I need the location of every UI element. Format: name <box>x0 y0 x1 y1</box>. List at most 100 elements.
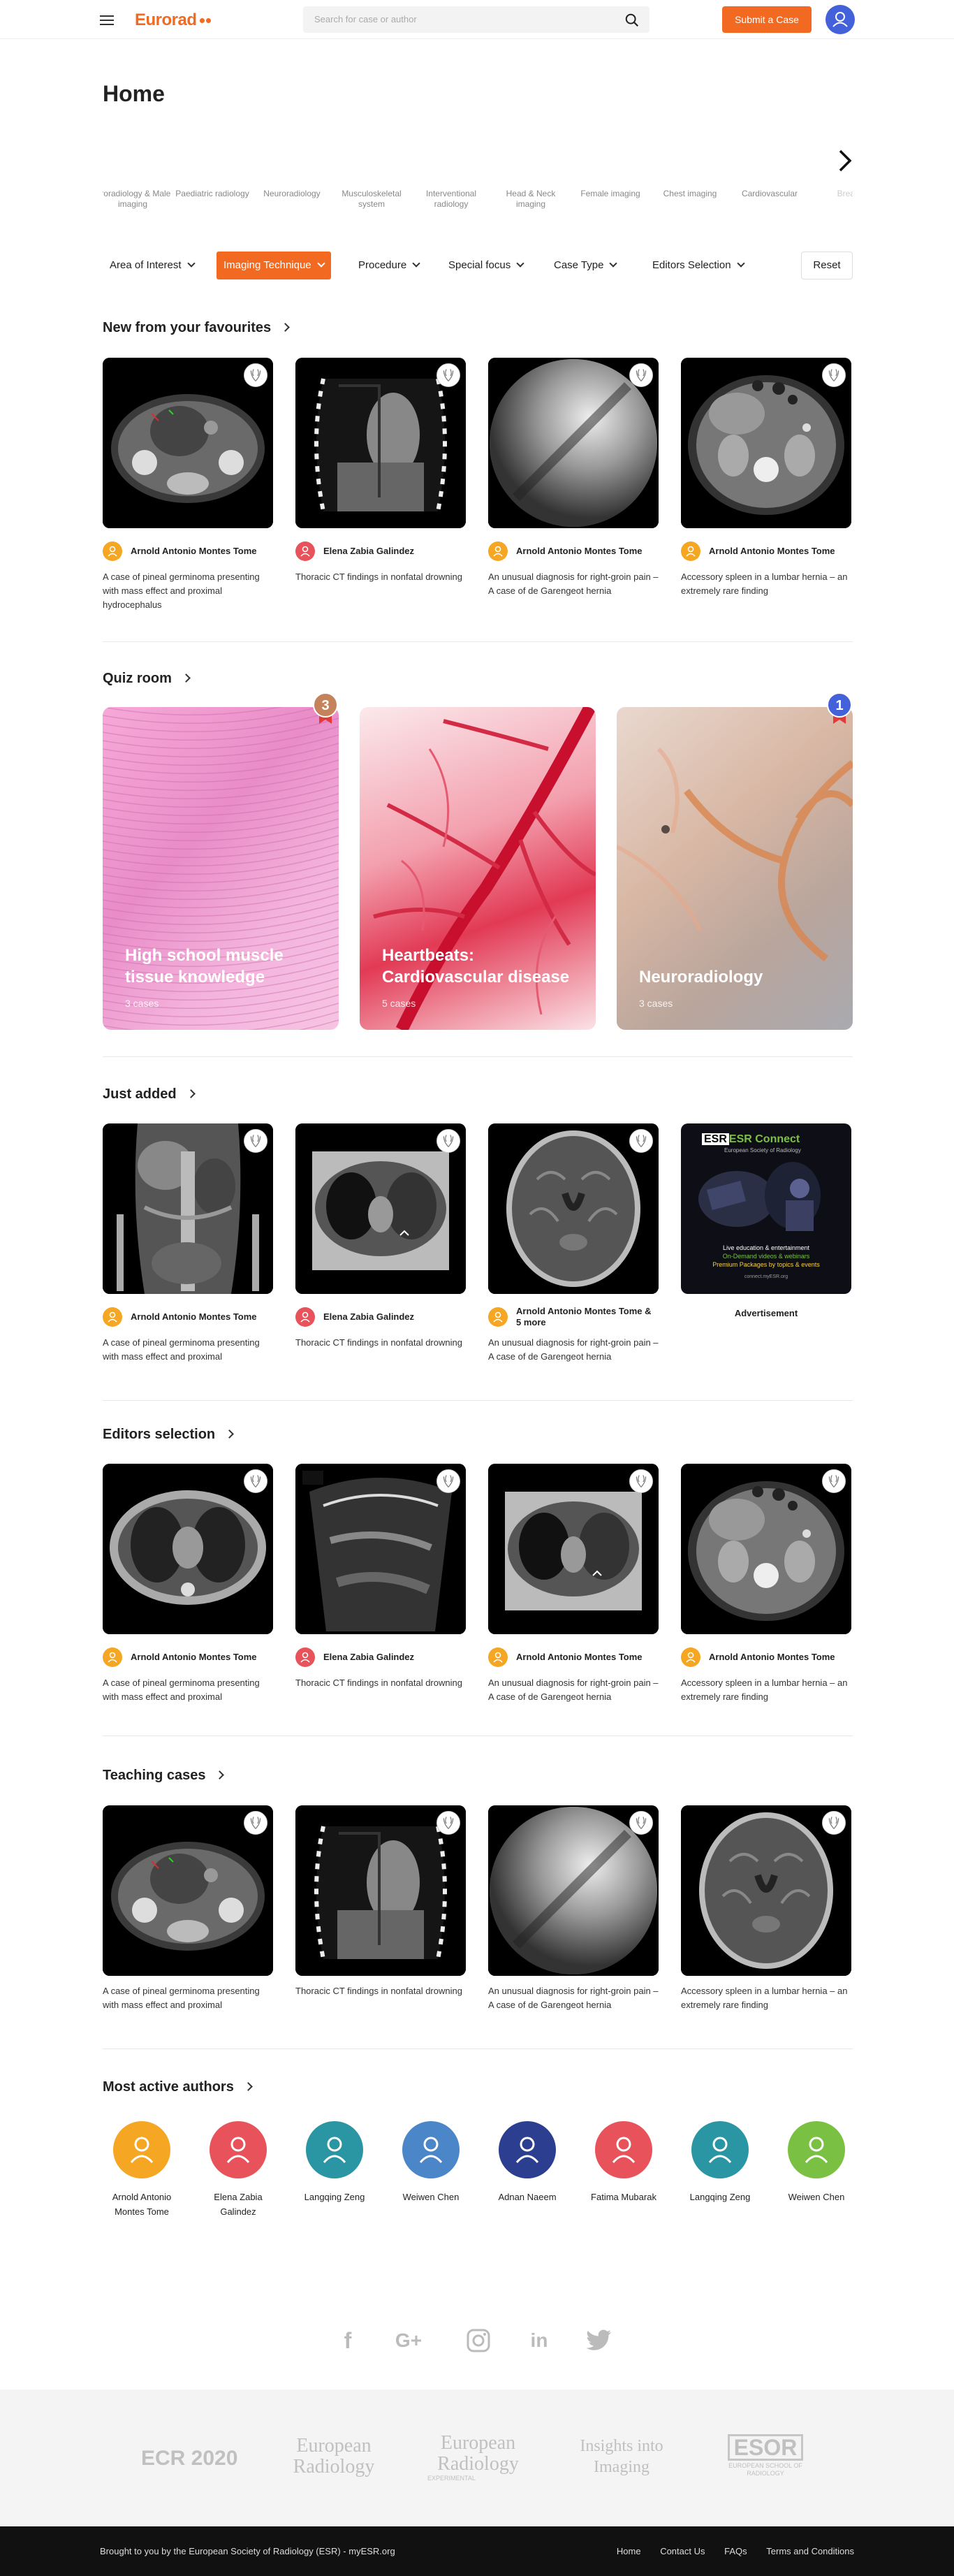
filter-special-focus[interactable]: Special focus <box>441 252 530 279</box>
footer-link-terms[interactable]: Terms and Conditions <box>766 2546 854 2556</box>
instagram-icon[interactable] <box>461 2323 496 2358</box>
category-item[interactable]: Chest imaging <box>652 138 728 199</box>
case-card[interactable]: Arnold Antonio Montes Tome Accessory sple… <box>681 1464 851 1704</box>
author-avatar-icon[interactable] <box>595 2121 652 2178</box>
category-item[interactable]: Uroradiology & Male imaging <box>103 138 171 210</box>
case-title[interactable]: An unusual diagnosis for right-groin pai… <box>488 1676 659 1704</box>
section-title-just-added[interactable]: Just added <box>103 1086 196 1103</box>
author-item[interactable]: Weiwen Chen <box>775 2121 858 2204</box>
case-title[interactable]: Accessory spleen in a lumbar hernia – an… <box>681 570 851 598</box>
eurorad-logo[interactable]: Eurorad <box>135 10 211 30</box>
case-image[interactable] <box>103 358 273 528</box>
section-title-quiz[interactable]: Quiz room <box>103 671 191 687</box>
partner-ecr[interactable]: ECR 2020 <box>141 2448 237 2469</box>
case-card[interactable]: An unusual diagnosis for right-groin pai… <box>488 1805 659 2012</box>
filter-editors-selection[interactable]: Editors Selection <box>645 252 751 279</box>
submit-case-button[interactable]: Submit a Case <box>722 6 812 33</box>
search-input[interactable]: Search for case or author <box>303 6 650 33</box>
case-image[interactable] <box>295 1123 466 1294</box>
case-image[interactable] <box>488 1805 659 1976</box>
case-title[interactable]: Accessory spleen in a lumbar hernia – an… <box>681 1984 851 2012</box>
partner-insights-into-imaging[interactable]: Insights into Imaging <box>573 2436 670 2477</box>
quiz-card[interactable]: High school muscle tissue knowledge 3 cas… <box>103 707 339 1030</box>
card-author[interactable]: Elena Zabia Galindez <box>295 541 466 562</box>
filter-imaging-technique[interactable]: Imaging Technique <box>217 252 331 279</box>
case-image[interactable] <box>103 1805 273 1976</box>
author-avatar-icon[interactable] <box>113 2121 170 2178</box>
case-image[interactable] <box>681 1805 851 1976</box>
category-item[interactable]: Head & Neck imaging <box>492 138 569 210</box>
category-item[interactable]: Paediatric radiology <box>174 138 251 199</box>
case-title[interactable]: An unusual diagnosis for right-groin pai… <box>488 1984 659 2012</box>
section-title-authors[interactable]: Most active authors <box>103 2079 253 2095</box>
category-item[interactable]: Female imaging <box>572 138 649 199</box>
linkedin-icon[interactable]: in <box>522 2323 557 2358</box>
partner-european-radiology-experimental[interactable]: European Radiology EXPERIMENTAL <box>427 2433 529 2482</box>
case-image[interactable] <box>295 1464 466 1634</box>
case-title[interactable]: A case of pineal germinoma presenting wi… <box>103 1984 273 2012</box>
author-avatar-icon[interactable] <box>788 2121 845 2178</box>
ad-banner[interactable]: ESR ESR Connect European Society of Radio… <box>681 1123 851 1294</box>
case-title[interactable]: An unusual diagnosis for right-groin pai… <box>488 1336 659 1364</box>
author-item[interactable]: Langqing Zeng <box>678 2121 762 2204</box>
twitter-icon[interactable] <box>582 2323 617 2358</box>
case-card[interactable]: Arnold Antonio Montes Tome A case of pine… <box>103 1123 273 1364</box>
case-card[interactable]: Elena Zabia Galindez Thoracic CT findings… <box>295 358 466 584</box>
case-card[interactable]: Arnold Antonio Montes Tome & 5 more An un… <box>488 1123 659 1364</box>
google-plus-icon[interactable]: G+ <box>391 2323 426 2358</box>
case-image[interactable] <box>681 358 851 528</box>
case-card[interactable]: Thoracic CT findings in nonfatal drownin… <box>295 1805 466 1998</box>
case-image[interactable] <box>488 1123 659 1294</box>
case-title[interactable]: Thoracic CT findings in nonfatal drownin… <box>295 570 466 584</box>
author-item[interactable]: Fatima Mubarak <box>582 2121 666 2204</box>
case-card[interactable]: Accessory spleen in a lumbar hernia – an… <box>681 1805 851 2012</box>
author-item[interactable]: Elena Zabia Galindez <box>196 2121 280 2219</box>
case-card[interactable]: Elena Zabia Galindez Thoracic CT findings… <box>295 1123 466 1350</box>
author-item[interactable]: Adnan Naeem <box>485 2121 569 2204</box>
case-title[interactable]: A case of pineal germinoma presenting wi… <box>103 570 273 612</box>
author-avatar-icon[interactable] <box>402 2121 460 2178</box>
card-author[interactable]: Arnold Antonio Montes Tome <box>103 541 273 562</box>
card-author[interactable]: Arnold Antonio Montes Tome <box>681 541 851 562</box>
section-title-editors[interactable]: Editors selection <box>103 1427 235 1443</box>
case-image[interactable] <box>103 1123 273 1294</box>
partner-european-radiology[interactable]: European Radiology <box>285 2436 383 2477</box>
footer-link-faqs[interactable]: FAQs <box>724 2546 747 2556</box>
card-author[interactable]: Arnold Antonio Montes Tome <box>103 1647 273 1668</box>
card-author[interactable]: Elena Zabia Galindez <box>295 1307 466 1327</box>
filter-case-type[interactable]: Case Type <box>547 252 623 279</box>
case-title[interactable]: Thoracic CT findings in nonfatal drownin… <box>295 1676 466 1690</box>
category-item[interactable]: Musculoskeletal system <box>333 138 410 210</box>
author-item[interactable]: Arnold Antonio Montes Tome <box>100 2121 184 2219</box>
case-card[interactable]: Elena Zabia Galindez Thoracic CT findings… <box>295 1464 466 1690</box>
footer-link-contact[interactable]: Contact Us <box>660 2546 705 2556</box>
author-avatar-icon[interactable] <box>499 2121 556 2178</box>
section-title-favourites[interactable]: New from your favourites <box>103 320 291 336</box>
card-author[interactable]: Arnold Antonio Montes Tome & 5 more <box>488 1306 659 1327</box>
author-avatar-icon[interactable] <box>210 2121 267 2178</box>
footer-link-home[interactable]: Home <box>617 2546 641 2556</box>
case-card[interactable]: Arnold Antonio Montes Tome An unusual dia… <box>488 1464 659 1704</box>
author-item[interactable]: Langqing Zeng <box>293 2121 376 2204</box>
chevron-right-icon[interactable] <box>835 147 854 175</box>
card-author[interactable]: Arnold Antonio Montes Tome <box>681 1647 851 1668</box>
author-item[interactable]: Weiwen Chen <box>389 2121 473 2204</box>
quiz-card[interactable]: Neuroradiology 3 cases <box>617 707 853 1030</box>
category-item[interactable]: Interventional radiology <box>413 138 490 210</box>
card-author[interactable]: Arnold Antonio Montes Tome <box>103 1307 273 1327</box>
case-title[interactable]: Thoracic CT findings in nonfatal drownin… <box>295 1984 466 1998</box>
author-avatar-icon[interactable] <box>691 2121 749 2178</box>
search-icon[interactable] <box>624 13 640 28</box>
case-card[interactable]: Arnold Antonio Montes Tome An unusual dia… <box>488 358 659 598</box>
author-avatar-icon[interactable] <box>306 2121 363 2178</box>
case-image[interactable] <box>295 358 466 528</box>
case-title[interactable]: An unusual diagnosis for right-groin pai… <box>488 570 659 598</box>
case-image[interactable] <box>488 358 659 528</box>
quiz-card[interactable]: Heartbeats: Cardiovascular disease 5 case… <box>360 707 596 1030</box>
card-author[interactable]: Elena Zabia Galindez <box>295 1647 466 1668</box>
category-item[interactable]: Cardiovascular <box>731 138 808 199</box>
case-title[interactable]: Accessory spleen in a lumbar hernia – an… <box>681 1676 851 1704</box>
case-image[interactable] <box>681 1464 851 1634</box>
case-card[interactable]: A case of pineal germinoma presenting wi… <box>103 1805 273 2012</box>
section-title-teaching[interactable]: Teaching cases <box>103 1768 225 1784</box>
